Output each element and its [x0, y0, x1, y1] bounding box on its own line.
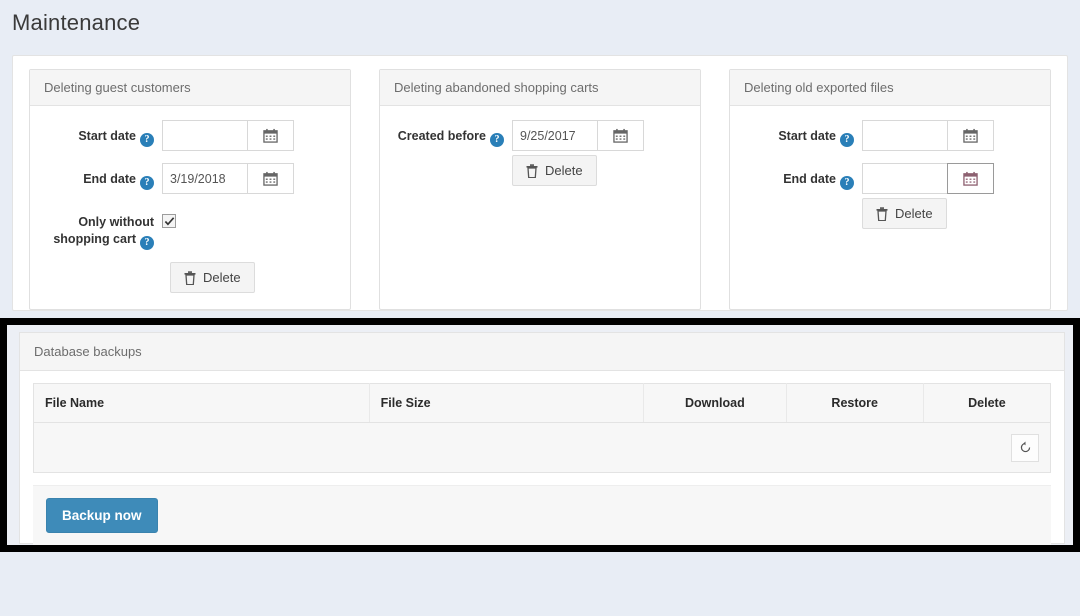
database-backups-body: File Name File Size Download Restore Del…: [20, 371, 1064, 545]
start-date-label: Start date?: [44, 120, 162, 147]
label-text: End date: [783, 172, 836, 186]
only-without-cart-label: Only without shopping cart?: [44, 206, 162, 250]
start-date-input[interactable]: [162, 120, 247, 151]
calendar-icon-button[interactable]: [247, 120, 294, 151]
delete-abandoned-carts-button[interactable]: Delete: [512, 155, 597, 186]
delete-guest-customers-button[interactable]: Delete: [170, 262, 255, 293]
delete-old-exported-files-button[interactable]: Delete: [862, 198, 947, 229]
backup-now-button[interactable]: Backup now: [46, 498, 158, 533]
label-text: Start date: [78, 129, 136, 143]
panel-deleting-guest-customers: Deleting guest customers Start date? End…: [29, 69, 351, 310]
form-row-start-date: Start date?: [44, 120, 336, 151]
end-date-input[interactable]: [862, 163, 947, 194]
maintenance-panels-card: Deleting guest customers Start date? End…: [12, 55, 1068, 311]
form-row-created-before: Created before? 9/25/2017 Delete: [394, 120, 686, 186]
created-before-control: Delete: [512, 120, 686, 186]
panel-deleting-abandoned-carts: Deleting abandoned shopping carts Create…: [379, 69, 701, 310]
start-date-control: [862, 120, 1036, 151]
form-row-only-without-cart: Only without shopping cart?: [44, 206, 336, 250]
form-row-end-date: End date?: [744, 163, 1036, 229]
panel-body: Start date?: [730, 106, 1050, 257]
created-before-label: Created before?: [394, 120, 512, 147]
start-date-control: [162, 120, 336, 151]
form-row-end-date: End date?: [44, 163, 336, 194]
trash-icon: [876, 206, 888, 221]
delete-label: Delete: [203, 270, 241, 285]
database-backups-card: Database backups File Name File Size Dow…: [19, 332, 1065, 545]
calendar-icon: [963, 171, 978, 186]
refresh-button[interactable]: [1011, 433, 1039, 462]
label-text: End date: [83, 172, 136, 186]
form-row-start-date: Start date?: [744, 120, 1036, 151]
page-title: Maintenance: [12, 10, 141, 35]
help-icon[interactable]: ?: [490, 133, 504, 147]
delete-label: Delete: [545, 163, 583, 178]
column-header-file-name[interactable]: File Name: [33, 383, 370, 423]
table-row-empty: [33, 422, 1051, 473]
check-icon: [164, 216, 174, 225]
column-header-download[interactable]: Download: [643, 383, 787, 423]
panel-title: Deleting abandoned shopping carts: [380, 70, 700, 106]
calendar-icon: [263, 171, 278, 186]
end-date-label: End date?: [44, 163, 162, 190]
calendar-icon-button[interactable]: [947, 120, 994, 151]
calendar-icon: [963, 128, 978, 143]
end-date-input-group: [162, 163, 294, 194]
help-icon[interactable]: ?: [140, 133, 154, 147]
database-backups-title: Database backups: [20, 333, 1064, 371]
database-backups-highlight: Database backups File Name File Size Dow…: [0, 318, 1080, 552]
trash-icon: [526, 163, 538, 178]
trash-icon: [184, 270, 196, 285]
calendar-icon-button[interactable]: [597, 120, 644, 151]
delete-button-wrap: Delete: [512, 155, 686, 186]
help-icon[interactable]: ?: [140, 236, 154, 250]
column-header-restore[interactable]: Restore: [786, 383, 924, 423]
start-date-label: Start date?: [744, 120, 862, 147]
refresh-icon: [1020, 441, 1030, 453]
label-text: Only without shopping cart: [53, 215, 154, 246]
start-date-input-group: [162, 120, 294, 151]
label-text: Created before: [397, 129, 486, 143]
help-icon[interactable]: ?: [140, 176, 154, 190]
start-date-input[interactable]: [862, 120, 947, 151]
end-date-input-group: [862, 163, 994, 194]
created-before-input[interactable]: [512, 120, 597, 151]
only-without-cart-control: [162, 206, 336, 232]
backups-header-row: File Name File Size Download Restore Del…: [33, 383, 1051, 423]
only-without-cart-checkbox[interactable]: [162, 214, 176, 228]
help-icon[interactable]: ?: [840, 133, 854, 147]
end-date-control: Delete: [862, 163, 1036, 229]
end-date-control: [162, 163, 336, 194]
calendar-icon-button[interactable]: [247, 163, 294, 194]
delete-label: Delete: [895, 206, 933, 221]
empty-state-cell: [33, 422, 1051, 473]
panel-body: Created before? 9/25/2017 Delete: [380, 106, 700, 214]
calendar-icon: [263, 128, 278, 143]
calendar-icon-button[interactable]: [947, 163, 994, 194]
panel-body: Start date?: [30, 106, 350, 309]
delete-button-wrap: Delete: [44, 262, 336, 293]
end-date-label: End date?: [744, 163, 862, 190]
backups-footer: Backup now: [33, 485, 1051, 545]
delete-button-wrap: Delete: [862, 198, 1036, 229]
end-date-input[interactable]: [162, 163, 247, 194]
panel-title: Deleting old exported files: [730, 70, 1050, 106]
created-before-input-group: [512, 120, 644, 151]
column-header-delete[interactable]: Delete: [923, 383, 1051, 423]
backups-table-head: File Name File Size Download Restore Del…: [33, 383, 1051, 423]
label-text: Start date: [778, 129, 836, 143]
backups-table: File Name File Size Download Restore Del…: [33, 383, 1051, 473]
backups-table-body: [33, 422, 1051, 473]
column-header-file-size[interactable]: File Size: [369, 383, 645, 423]
panel-deleting-old-exported-files: Deleting old exported files Start date?: [729, 69, 1051, 310]
panels-row: Deleting guest customers Start date? End…: [13, 56, 1067, 323]
panel-title: Deleting guest customers: [30, 70, 350, 106]
calendar-icon: [613, 128, 628, 143]
start-date-input-group: [862, 120, 994, 151]
help-icon[interactable]: ?: [840, 176, 854, 190]
